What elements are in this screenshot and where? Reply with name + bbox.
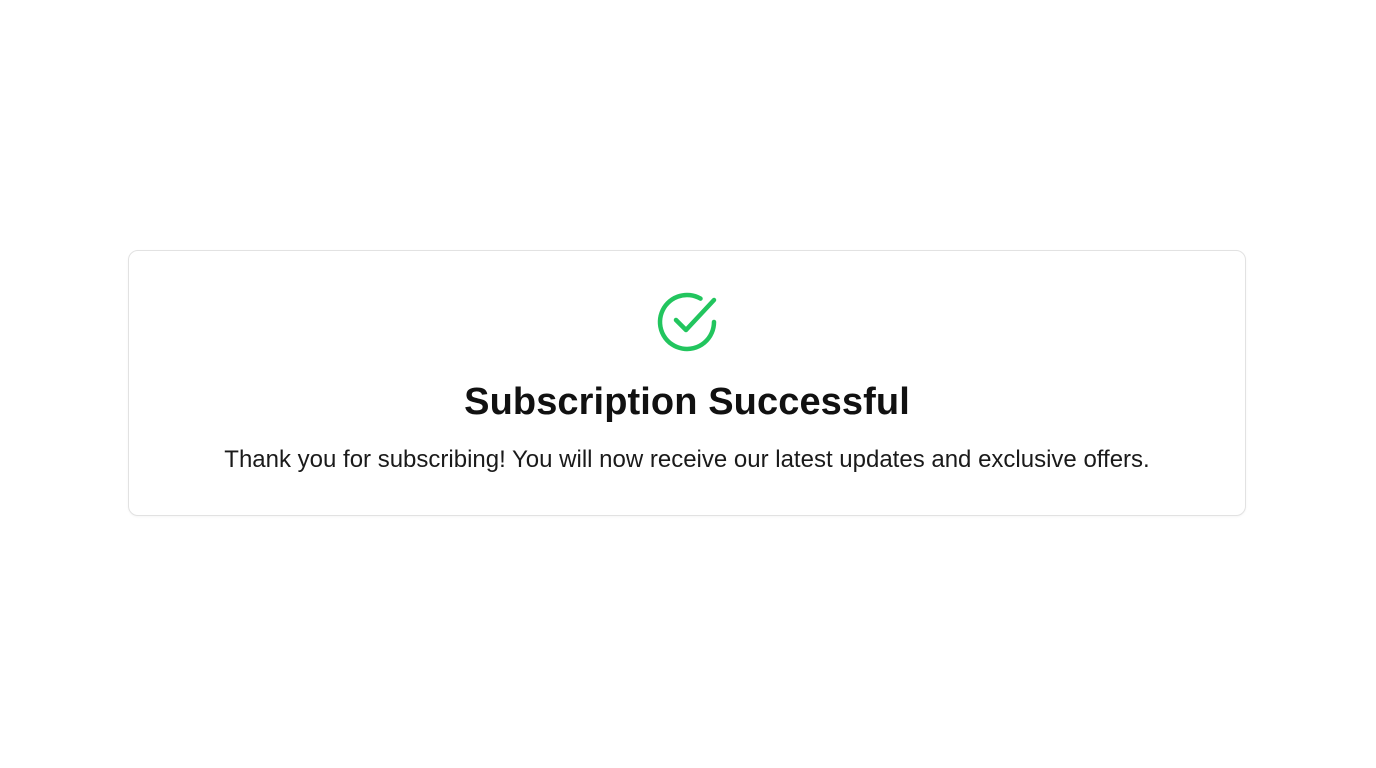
confirmation-card: Subscription Successful Thank you for su…	[128, 250, 1246, 516]
confirmation-title: Subscription Successful	[464, 381, 910, 423]
check-circle-icon	[656, 291, 718, 353]
page: Subscription Successful Thank you for su…	[0, 0, 1376, 768]
confirmation-message: Thank you for subscribing! You will now …	[224, 446, 1150, 473]
